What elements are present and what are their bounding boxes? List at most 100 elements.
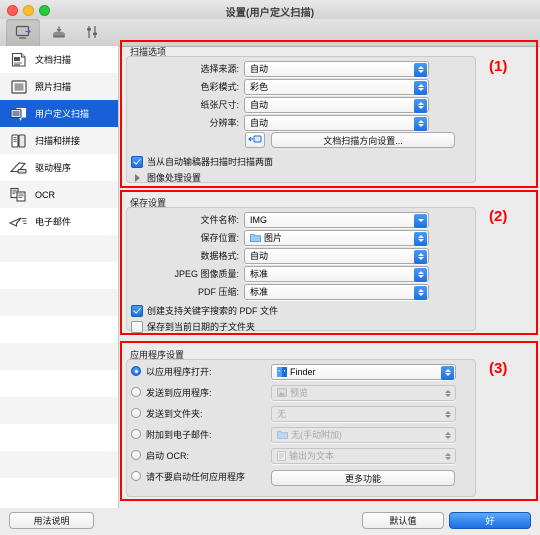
stepper-arrows-icon	[441, 408, 454, 422]
start-ocr-select[interactable]: 输出为文本	[271, 447, 456, 464]
save-location-value: 图片	[264, 233, 283, 243]
searchable-pdf-checkbox[interactable]: 创建支持关键字搜索的 PDF 文件	[131, 304, 278, 317]
sidebar-item-driver[interactable]: 驱动程序	[0, 154, 118, 181]
save-location-label: 保存位置:	[200, 233, 239, 243]
image-processing-disclosure[interactable]: 图像处理设置	[135, 171, 201, 184]
date-subfolder-label: 保存到当前日期的子文件夹	[147, 322, 256, 332]
attach-to-email-select[interactable]: 无(手动附加)	[271, 426, 456, 443]
send-to-app-radio[interactable]: 发送到应用程序:	[131, 384, 212, 400]
source-value: 自动	[250, 64, 269, 74]
instructions-button[interactable]: 用法说明	[9, 512, 94, 529]
stepper-arrows-icon	[441, 365, 454, 380]
no-app-radio[interactable]: 请不要启动任何应用程序	[131, 468, 245, 484]
computer-scan-icon	[15, 25, 32, 40]
scanner-icon	[51, 25, 67, 40]
finder-icon	[277, 366, 287, 377]
sidebar-item-email[interactable]: 电子邮件	[0, 208, 118, 235]
data-format-select[interactable]: 自动	[244, 247, 429, 264]
send-to-folder-row: 无	[271, 405, 456, 422]
defaults-button[interactable]: 默认值	[362, 512, 444, 529]
pdf-compression-select[interactable]: 标准	[244, 283, 429, 300]
sidebar-item-custom-scan[interactable]: 用户定义扫描	[0, 100, 118, 127]
send-to-folder-select[interactable]: 无	[271, 405, 456, 422]
ok-button[interactable]: 好	[449, 512, 531, 529]
sidebar-filler-row	[0, 397, 118, 424]
source-select[interactable]: 自动	[244, 60, 429, 77]
radio-button	[131, 408, 141, 418]
color-mode-label: 色彩模式:	[200, 82, 239, 92]
send-to-app-select[interactable]: 预览	[271, 384, 456, 401]
send-to-app-value: 预览	[290, 388, 309, 398]
pdf-compression-label: PDF 压缩:	[197, 287, 239, 297]
open-with-app-value: Finder	[290, 366, 316, 377]
sidebar-filler-row	[0, 451, 118, 478]
title-bar: 设置(用户定义扫描)	[0, 0, 540, 20]
stepper-arrows-icon	[441, 450, 454, 464]
stepper-arrows-icon	[414, 62, 427, 77]
image-processing-label: 图像处理设置	[147, 173, 202, 183]
open-with-app-select[interactable]: Finder	[271, 363, 456, 380]
footer-bar: 用法说明 默认值 好	[0, 508, 540, 535]
chevron-right-icon	[135, 173, 140, 182]
scan-from-operation-panel-tab[interactable]	[42, 19, 76, 46]
sidebar-item-document-scan[interactable]: 文档扫描	[0, 46, 118, 73]
annotation-3: (3)	[489, 360, 508, 377]
sidebar-filler-row	[0, 289, 118, 316]
paper-size-select[interactable]: 自动	[244, 96, 429, 113]
ocr-icon	[6, 185, 32, 205]
radio-button	[131, 471, 141, 481]
document-scan-icon	[6, 50, 32, 70]
sidebar-item-label: 文档扫描	[35, 55, 72, 65]
sidebar-filler-row	[0, 235, 118, 262]
more-functions-button[interactable]: 更多功能	[271, 470, 455, 486]
jpeg-quality-select[interactable]: 标准	[244, 265, 429, 282]
attach-to-email-radio[interactable]: 附加到电子邮件:	[131, 426, 212, 442]
folder-icon	[277, 431, 288, 439]
scan-from-computer-tab[interactable]	[6, 19, 40, 46]
color-mode-select[interactable]: 彩色	[244, 78, 429, 95]
start-ocr-label: 启动 OCR:	[146, 450, 190, 461]
radio-button	[131, 450, 141, 460]
open-with-app-radio[interactable]: 以应用程序打开:	[131, 363, 212, 379]
sidebar-filler-row	[0, 478, 118, 505]
stepper-arrows-icon	[414, 249, 427, 264]
preview-icon	[277, 388, 287, 397]
open-with-app-label: 以应用程序打开:	[146, 366, 212, 377]
attach-to-email-row: 无(手动附加)	[271, 426, 456, 443]
sidebar-item-label: OCR	[35, 189, 55, 200]
sidebar-filler-row	[0, 316, 118, 343]
general-settings-tab[interactable]	[75, 19, 109, 46]
sidebar-filler-row	[0, 262, 118, 289]
open-with-app-row: Finder	[271, 363, 456, 380]
data-format-row: 数据格式: 自动	[166, 247, 429, 264]
sidebar-item-scan-and-stitch[interactable]: 扫描和拼接	[0, 127, 118, 154]
color-mode-row: 色彩模式: 彩色	[166, 78, 429, 95]
attach-to-email-label: 附加到电子邮件:	[146, 429, 212, 440]
duplex-checkbox[interactable]: 当从自动输稿器扫描时扫描两面	[131, 155, 273, 168]
no-app-label: 请不要启动任何应用程序	[146, 471, 246, 482]
source-label: 选择来源:	[200, 64, 239, 74]
checkbox-box	[131, 320, 143, 333]
file-name-input[interactable]: IMG	[244, 211, 429, 228]
stepper-arrows-icon	[414, 116, 427, 131]
document-orientation-button[interactable]: 文档扫描方向设置...	[271, 132, 455, 148]
annotation-1: (1)	[489, 58, 508, 75]
duplex-label: 当从自动输稿器扫描时扫描两面	[147, 157, 274, 167]
radio-button	[131, 387, 141, 397]
start-ocr-radio[interactable]: 启动 OCR:	[131, 447, 189, 463]
sidebar-item-label: 用户定义扫描	[35, 109, 90, 119]
driver-icon	[6, 158, 32, 178]
sidebar-item-ocr[interactable]: OCR	[0, 181, 118, 208]
send-to-app-label: 发送到应用程序:	[146, 387, 212, 398]
date-subfolder-checkbox[interactable]: 保存到当前日期的子文件夹	[131, 320, 255, 333]
checkbox-box	[131, 304, 143, 317]
sidebar-filler-row	[0, 370, 118, 397]
send-to-folder-value: 无	[277, 409, 287, 419]
orientation-icon-button[interactable]	[245, 132, 265, 148]
save-location-select[interactable]: 图片	[244, 229, 429, 246]
color-mode-value: 彩色	[250, 82, 269, 92]
send-to-folder-radio[interactable]: 发送到文件夹:	[131, 405, 203, 421]
start-ocr-row: 输出为文本	[271, 447, 456, 464]
sidebar-item-photo-scan[interactable]: 照片扫描	[0, 73, 118, 100]
resolution-select[interactable]: 自动	[244, 114, 429, 131]
